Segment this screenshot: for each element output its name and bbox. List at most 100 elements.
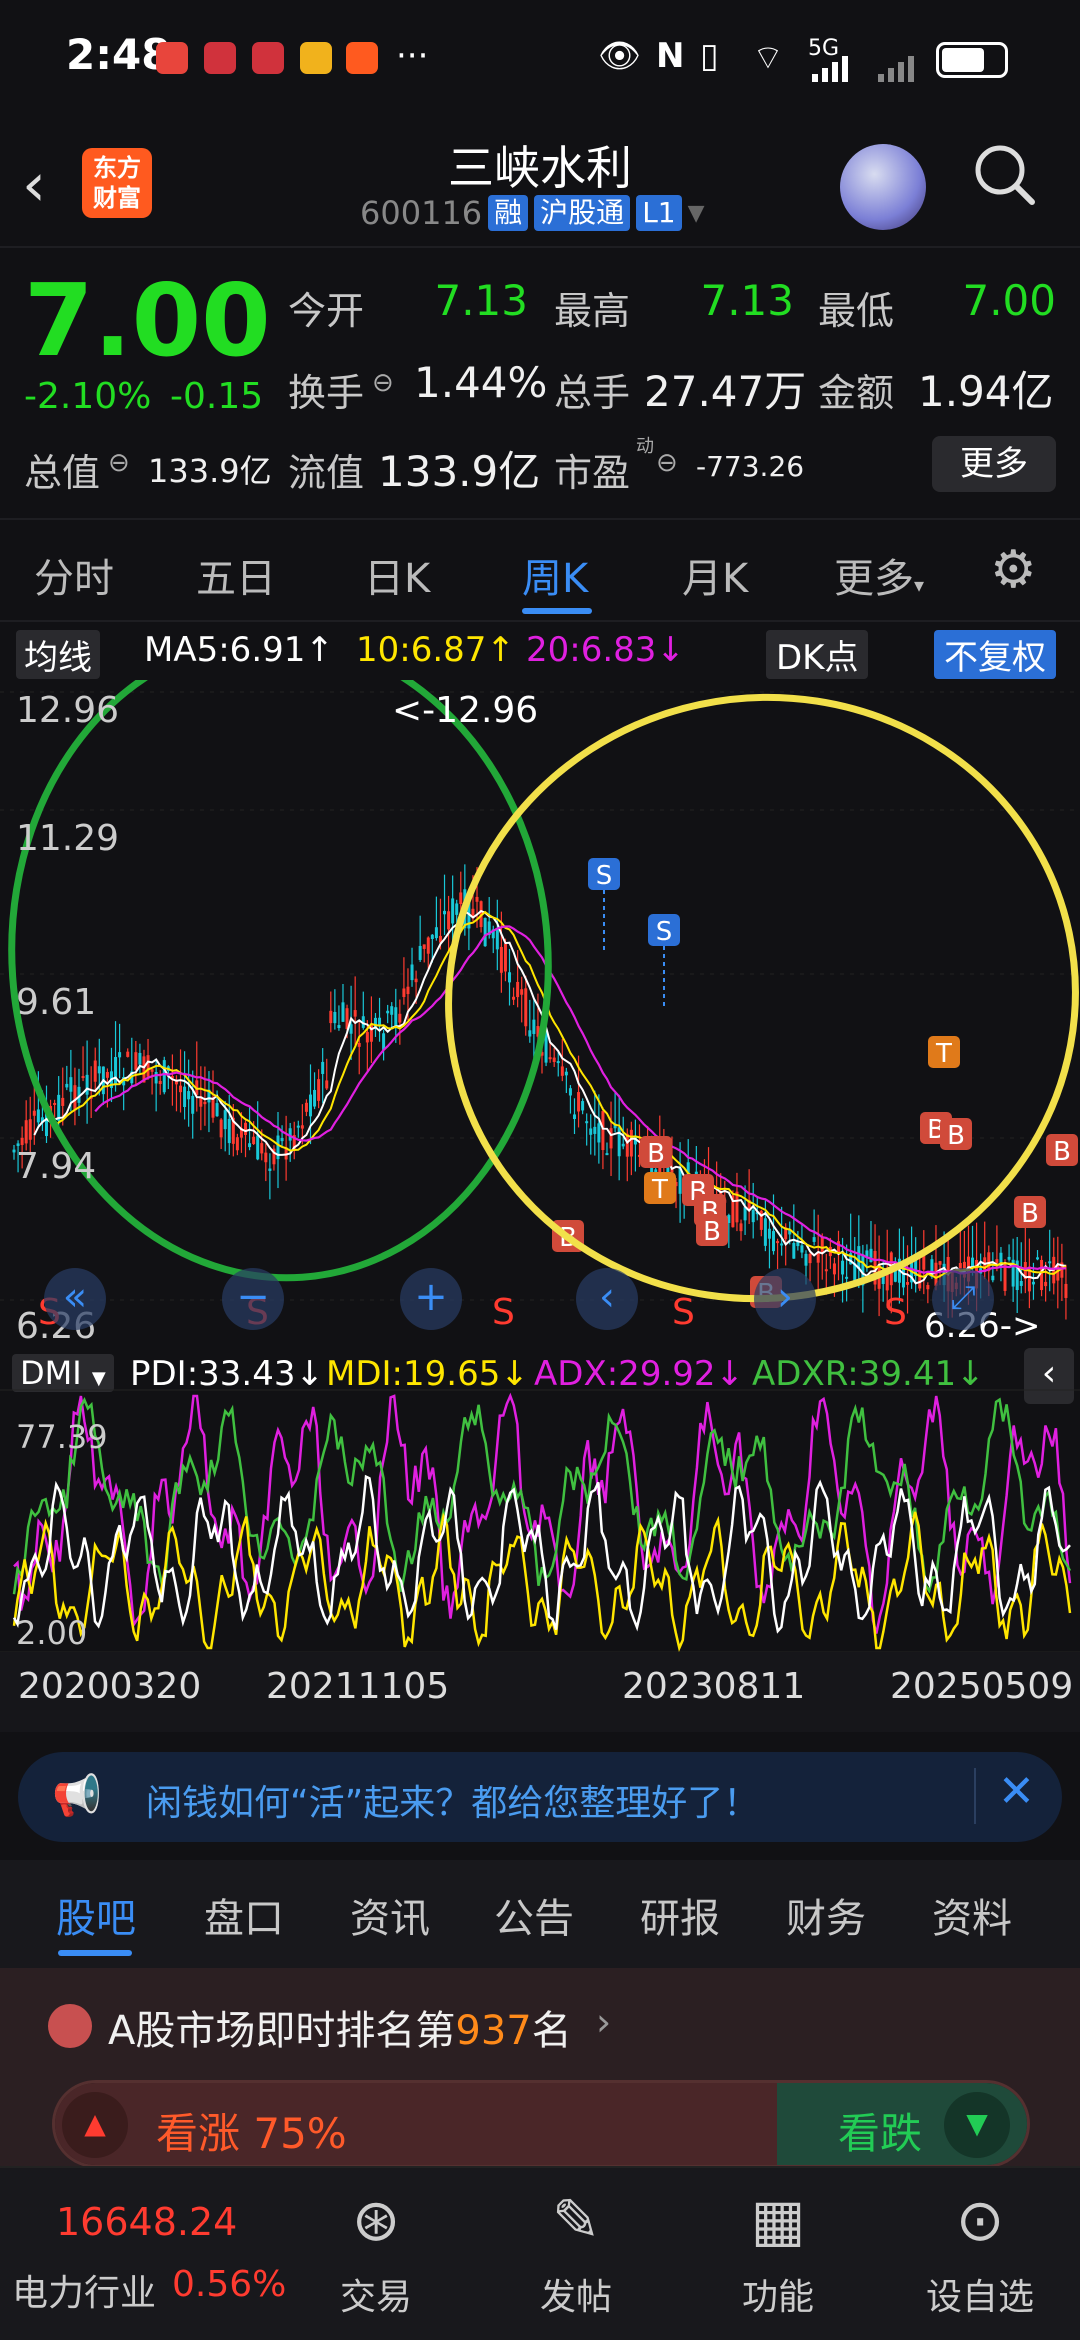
tab-news[interactable]: 资讯 <box>350 1886 430 1944</box>
open-label: 今开 <box>288 289 365 333</box>
candle-body <box>150 1069 154 1072</box>
nav-functions[interactable]: 功能 <box>698 2268 858 2320</box>
y-label-max: 12.96 <box>16 690 120 731</box>
scroll-right-button[interactable]: › <box>754 1268 816 1330</box>
tab-profile[interactable]: 资料 <box>932 1886 1012 1944</box>
tab-more-label: 更多 <box>834 556 914 602</box>
dk-point-button[interactable]: DK点 <box>766 630 869 679</box>
candle-body <box>422 944 426 949</box>
candle-body <box>629 1129 633 1157</box>
fullscreen-button[interactable]: ⤢ <box>932 1268 994 1330</box>
industry-name[interactable]: 电力行业 <box>12 2264 156 2316</box>
candle-body <box>577 1092 581 1112</box>
level-tag: L1 <box>636 195 682 231</box>
candle-body <box>812 1237 816 1242</box>
industry-index-value[interactable]: 16648.24 <box>56 2200 237 2244</box>
zoom-out-button[interactable]: « <box>44 1268 106 1330</box>
post-icon[interactable]: ✎ <box>496 2186 656 2254</box>
tab-weekly-k[interactable]: 周K <box>522 546 588 604</box>
signal-icon <box>812 56 860 82</box>
app-notification-icon <box>204 42 236 74</box>
info-icon[interactable]: ⊖ <box>372 368 394 398</box>
plus-button[interactable]: + <box>400 1268 462 1330</box>
kline-chart[interactable]: SSBBBBBBBBBBTT <box>0 680 1080 1340</box>
minus-button[interactable]: − <box>222 1268 284 1330</box>
app-notification-icon <box>252 42 284 74</box>
rank-panel[interactable]: A股市场即时排名第937名 › ▲ 看涨 75% 看跌 ▼ <box>0 1968 1080 2168</box>
vote-down-button[interactable]: ▼ <box>944 2092 1010 2158</box>
candle-body <box>402 988 406 998</box>
candle-body <box>183 1086 187 1108</box>
vote-up-button[interactable]: ▲ <box>62 2092 128 2158</box>
nav-add-watchlist[interactable]: 设自选 <box>900 2268 1060 2320</box>
candle-body <box>215 1103 219 1117</box>
trade-icon[interactable]: ⊛ <box>296 2186 456 2254</box>
candle-body <box>20 1137 24 1145</box>
tab-guba[interactable]: 股吧 <box>56 1886 136 1944</box>
candle-body <box>187 1091 191 1100</box>
dmi-chart[interactable] <box>0 1386 1080 1656</box>
candle-body <box>118 1052 122 1058</box>
tab-announcements[interactable]: 公告 <box>494 1886 574 1944</box>
candle-body <box>593 1126 597 1134</box>
candle-body <box>280 1138 284 1142</box>
tab-five-day[interactable]: 五日 <box>196 546 276 604</box>
candle-body <box>53 1102 57 1105</box>
status-bar: 2:48 ··· 👁 N ▯ ⌔ 5G <box>0 0 1080 120</box>
candle-body <box>625 1133 629 1157</box>
signal-2-icon <box>878 56 918 82</box>
ma-selector[interactable]: 均线 <box>16 630 100 679</box>
candle-body <box>93 1060 97 1082</box>
search-icon[interactable] <box>972 142 1038 224</box>
candle-body <box>772 1231 776 1252</box>
low-label: 最低 <box>818 289 895 333</box>
connect-tag: 沪股通 <box>534 195 631 231</box>
t-signal: T <box>935 1039 952 1069</box>
tab-finance[interactable]: 财务 <box>786 1886 866 1944</box>
scroll-left-button[interactable]: ‹ <box>576 1268 638 1330</box>
pe-dynamic-mark: 动 <box>636 436 654 457</box>
tab-more[interactable]: 更多▾ <box>834 546 924 604</box>
stock-code-row[interactable]: 600116 融 沪股通 L1 ▼ <box>360 194 705 232</box>
close-icon[interactable]: ✕ <box>998 1766 1035 1817</box>
candle-body <box>605 1153 609 1156</box>
adjust-button[interactable]: 不复权 <box>934 630 1056 679</box>
change-percent: -2.10% <box>24 376 152 417</box>
t-signal: T <box>651 1175 668 1205</box>
more-quote-button[interactable]: 更多 <box>932 436 1056 492</box>
nav-trade[interactable]: 交易 <box>296 2268 456 2320</box>
candle-body <box>321 1061 325 1074</box>
tab-daily-k[interactable]: 日K <box>364 546 430 604</box>
current-price: 7.00 <box>24 262 271 379</box>
candle-body <box>418 945 422 960</box>
candle-body <box>65 1083 69 1088</box>
tab-order-book[interactable]: 盘口 <box>204 1886 284 1944</box>
sell-signal: S <box>656 917 673 947</box>
settings-gear-icon[interactable]: ⚙ <box>990 540 1037 600</box>
candle-body <box>739 1223 743 1232</box>
candle-body <box>808 1253 812 1264</box>
add-watchlist-icon[interactable]: ⊙ <box>900 2186 1060 2254</box>
promo-banner[interactable]: 📢 闲钱如何“活”起来？都给您整理好了！ ✕ <box>18 1752 1062 1842</box>
assistant-robot-icon[interactable] <box>840 144 926 230</box>
tab-monthly-k[interactable]: 月K <box>682 546 748 604</box>
candle-body <box>938 1261 942 1265</box>
candle-body <box>97 1066 101 1074</box>
eye-icon: 👁 <box>598 36 642 76</box>
tab-intraday[interactable]: 分时 <box>34 546 114 604</box>
candle-body <box>296 1125 300 1128</box>
candle-body <box>520 989 524 995</box>
info-icon[interactable]: ⊖ <box>108 448 130 478</box>
tab-research[interactable]: 研报 <box>640 1886 720 1944</box>
candle-body <box>304 1102 308 1112</box>
candle-body <box>126 1051 130 1057</box>
candle-body <box>499 946 503 973</box>
adxr-line <box>12 1396 1072 1595</box>
nav-post[interactable]: 发帖 <box>496 2268 656 2320</box>
functions-grid-icon[interactable]: ▦ <box>698 2186 858 2254</box>
candle-body <box>751 1210 755 1223</box>
candle-body <box>532 1019 536 1034</box>
candle-body <box>329 1010 333 1024</box>
info-icon[interactable]: ⊖ <box>656 448 678 478</box>
candle-body <box>601 1111 605 1151</box>
